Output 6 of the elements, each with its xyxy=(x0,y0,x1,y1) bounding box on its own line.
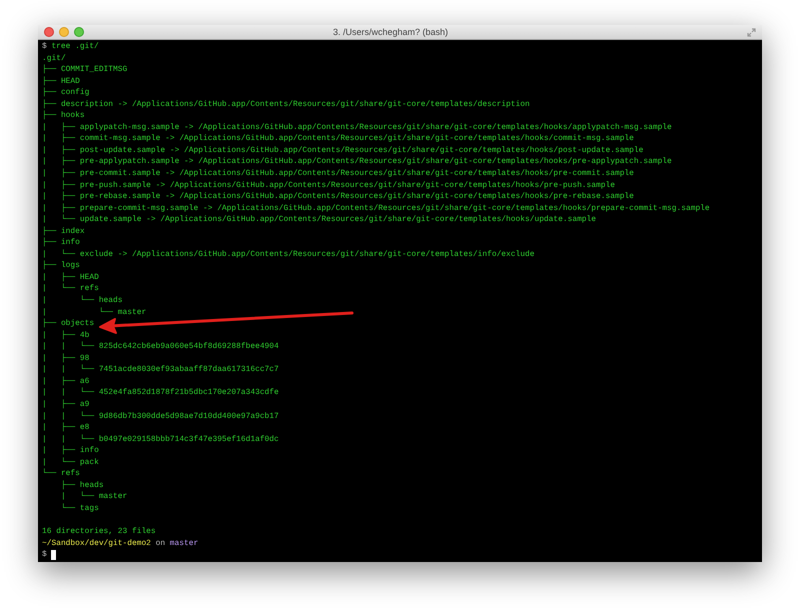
text-cursor xyxy=(51,550,56,560)
zoom-button[interactable] xyxy=(74,27,84,37)
window-title: 3. /Users/wchegham? (bash) xyxy=(332,27,450,37)
close-button[interactable] xyxy=(44,27,54,37)
fullscreen-icon[interactable] xyxy=(747,28,756,36)
minimize-button[interactable] xyxy=(59,27,69,37)
